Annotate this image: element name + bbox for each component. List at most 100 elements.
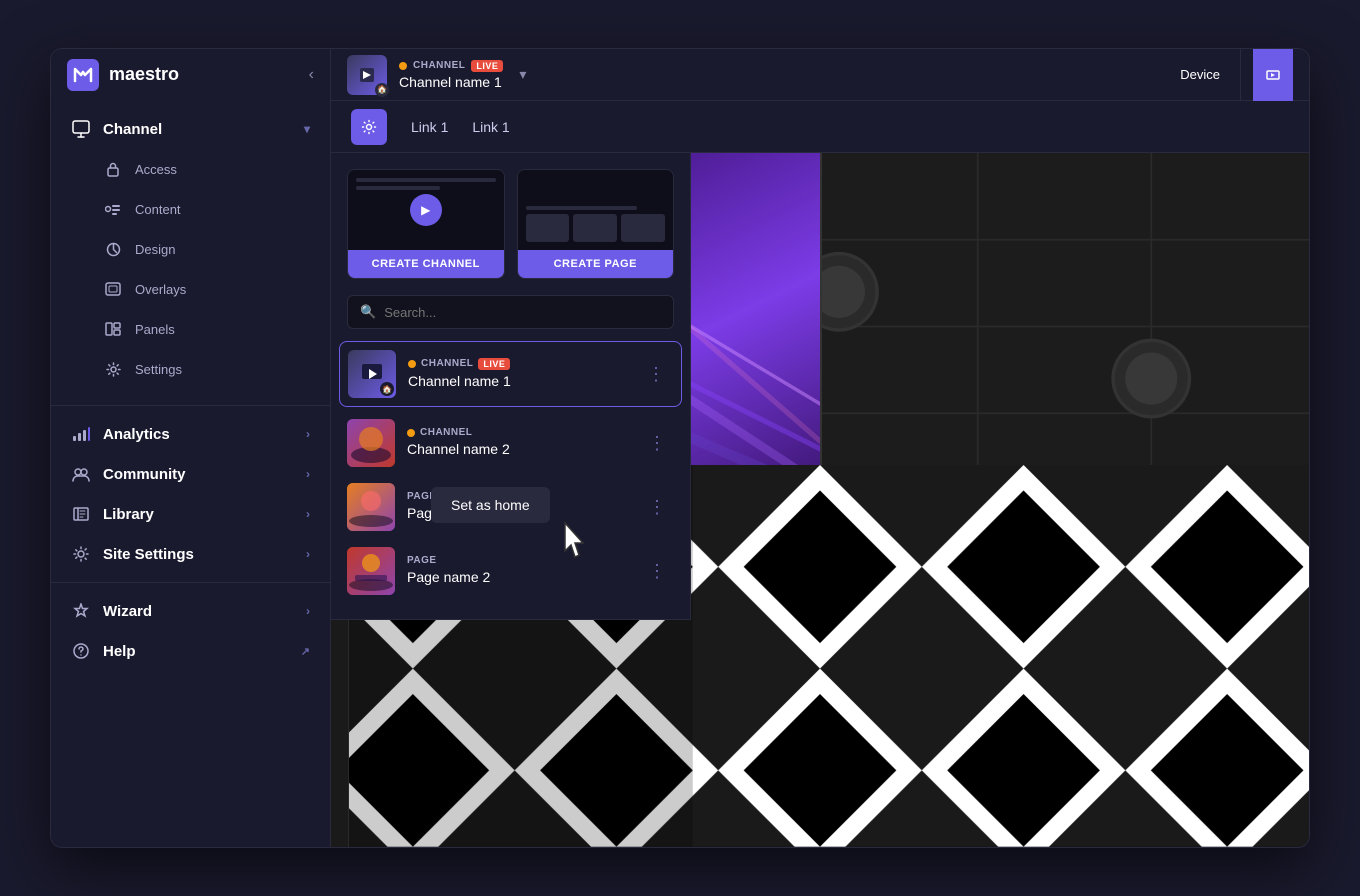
channel-dropdown-panel: ▶ CREATE CHANNEL	[331, 153, 691, 620]
design-icon	[103, 239, 123, 259]
sidebar-item-site-settings[interactable]: Site Settings ›	[51, 534, 330, 574]
sidebar-item-access[interactable]: Access	[51, 149, 330, 189]
ceiling-section	[820, 153, 1309, 500]
settings-icon	[103, 359, 123, 379]
search-input[interactable]	[384, 305, 661, 320]
channel-list: 🏠 CHANNEL LIVE Channel name 1 ⋮	[331, 341, 690, 619]
home-badge-icon: 🏠	[375, 83, 389, 97]
overlays-label: Overlays	[135, 282, 186, 297]
channel-list-item-ch2[interactable]: CHANNEL Channel name 2 ⋮	[331, 411, 690, 475]
channel-icon	[71, 119, 91, 139]
channel-type-label: CHANNEL	[413, 60, 465, 71]
ch1-name: Channel name 1	[408, 373, 511, 389]
sidebar-item-design[interactable]: Design	[51, 229, 330, 269]
purple-action-button[interactable]	[1253, 49, 1293, 101]
sidebar: Channel ▾ Access	[51, 101, 331, 847]
ch1-badges: CHANNEL LIVE	[408, 358, 627, 370]
help-external-icon: ↗	[301, 645, 310, 658]
site-settings-icon	[71, 544, 91, 564]
sidebar-item-settings[interactable]: Settings	[51, 349, 330, 389]
nav-link-1[interactable]: Link 1	[411, 119, 448, 135]
live-badge: LIVE	[471, 60, 503, 72]
search-icon: 🔍	[360, 304, 376, 320]
sidebar-item-content[interactable]: Content	[51, 189, 330, 229]
channel-chevron: ▾	[304, 122, 310, 136]
sidebar-item-wizard[interactable]: Wizard ›	[51, 591, 330, 631]
channel-thumbnail: 🏠	[347, 55, 387, 95]
preview-play-button: ▶	[410, 194, 442, 226]
sidebar-item-community[interactable]: Community ›	[51, 454, 330, 494]
sidebar-item-library[interactable]: Library ›	[51, 494, 330, 534]
pg2-badges: PAGE	[407, 555, 628, 566]
app-name: maestro	[109, 64, 179, 85]
library-icon	[71, 504, 91, 524]
create-channel-card[interactable]: ▶ CREATE CHANNEL	[347, 169, 505, 279]
design-label: Design	[135, 242, 175, 257]
community-chevron: ›	[306, 467, 310, 481]
nav-link-2[interactable]: Link 1	[472, 119, 509, 135]
channel-list-item-pg2[interactable]: PAGE Page name 2 ⋮	[331, 539, 690, 603]
ch2-info: CHANNEL Channel name 2	[407, 427, 628, 459]
channel-info: CHANNEL LIVE Channel name 1	[399, 60, 503, 90]
sidebar-item-help[interactable]: Help ↗	[51, 631, 330, 671]
pg2-name: Page name 2	[407, 569, 490, 585]
ch2-badges: CHANNEL	[407, 427, 628, 438]
ch1-more-button[interactable]: ⋮	[639, 360, 673, 389]
sidebar-item-overlays[interactable]: Overlays	[51, 269, 330, 309]
sidebar-item-channel[interactable]: Channel ▾	[51, 109, 330, 149]
ch2-name: Channel name 2	[407, 441, 510, 457]
wizard-label: Wizard	[103, 603, 152, 620]
channel-list-item-ch1[interactable]: 🏠 CHANNEL LIVE Channel name 1 ⋮	[339, 341, 682, 407]
sidebar-header: maestro ‹	[51, 49, 331, 101]
access-label: Access	[135, 162, 177, 177]
ch2-dot	[407, 429, 415, 437]
panels-icon	[103, 319, 123, 339]
set-as-home-button[interactable]: Set as home	[431, 487, 550, 523]
panels-label: Panels	[135, 322, 175, 337]
sidebar-divider-1	[51, 405, 330, 406]
collapse-button[interactable]: ‹	[309, 66, 314, 84]
pg1-thumbnail	[347, 483, 395, 531]
channel-dropdown-chevron[interactable]: ▾	[519, 66, 526, 83]
preview-settings-button[interactable]	[351, 109, 387, 145]
analytics-chevron: ›	[306, 427, 310, 441]
channel-section: Channel ▾ Access	[51, 101, 330, 397]
site-settings-label: Site Settings	[103, 546, 194, 563]
active-channel-name: Channel name 1	[399, 74, 503, 90]
ch1-thumbnail: 🏠	[348, 350, 396, 398]
device-button[interactable]: Device	[1160, 49, 1241, 101]
content-icon	[103, 199, 123, 219]
library-label: Library	[103, 506, 154, 523]
analytics-label: Analytics	[103, 426, 170, 443]
sidebar-item-panels[interactable]: Panels	[51, 309, 330, 349]
ch1-live: LIVE	[478, 358, 510, 370]
sidebar-item-analytics[interactable]: Analytics ›	[51, 414, 330, 454]
channel-label: Channel	[103, 121, 162, 138]
site-settings-chevron: ›	[306, 547, 310, 561]
channel-search-bar[interactable]: 🔍	[347, 295, 674, 329]
pg1-more-button[interactable]: ⋮	[640, 493, 674, 522]
live-dot	[399, 62, 407, 70]
overlays-icon	[103, 279, 123, 299]
help-label: Help	[103, 643, 136, 660]
ch1-home-icon: 🏠	[380, 382, 394, 396]
ch1-type: CHANNEL	[421, 358, 473, 369]
create-channel-button[interactable]: CREATE CHANNEL	[348, 250, 504, 278]
community-icon	[71, 464, 91, 484]
divider-bar	[820, 153, 822, 500]
ch1-dot	[408, 360, 416, 368]
pg2-more-button[interactable]: ⋮	[640, 557, 674, 586]
pg2-type: PAGE	[407, 555, 437, 566]
pg2-info: PAGE Page name 2	[407, 555, 628, 587]
help-icon	[71, 641, 91, 661]
content-label: Content	[135, 202, 181, 217]
create-page-card[interactable]: CREATE PAGE	[517, 169, 675, 279]
ch2-thumbnail	[347, 419, 395, 467]
channel-header: 🏠 CHANNEL LIVE Channel name 1 ▾ Device	[331, 49, 1309, 101]
ch2-type: CHANNEL	[420, 427, 472, 438]
logo-icon	[67, 59, 99, 91]
analytics-icon	[71, 424, 91, 444]
create-channel-preview: ▶	[348, 170, 504, 250]
create-page-button[interactable]: CREATE PAGE	[518, 250, 674, 278]
ch2-more-button[interactable]: ⋮	[640, 429, 674, 458]
